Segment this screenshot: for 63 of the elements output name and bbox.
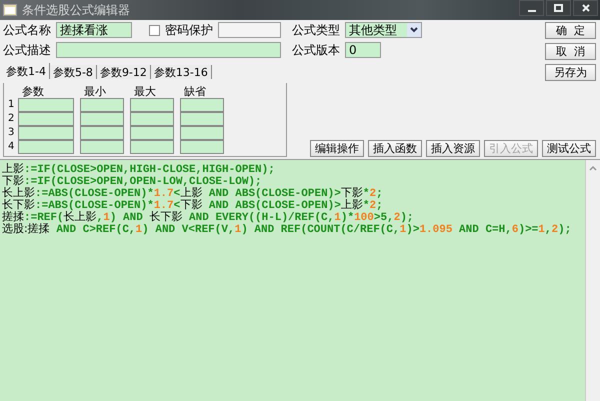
row-number: 1 xyxy=(8,98,16,112)
parameter-field[interactable] xyxy=(180,112,224,126)
code-line: 长下影:=ABS(CLOSE-OPEN)*1.7<下影 AND ABS(CLOSE-OPEN)>上影*2; xyxy=(2,199,384,211)
parameter-field[interactable] xyxy=(180,98,224,112)
column-header: 缺省 xyxy=(183,85,207,98)
scroll-up-icon xyxy=(589,165,597,171)
maximize-icon xyxy=(554,4,563,12)
column-header: 最大 xyxy=(133,85,157,98)
code-line: 长上影:=ABS(CLOSE-OPEN)*1.7<上影 AND ABS(CLOSE-OPEN)>下影*2; xyxy=(2,187,384,199)
checkbox-label: 密码保护 xyxy=(165,22,213,38)
tool-button[interactable]: 测试公式 xyxy=(542,140,596,157)
parameter-field[interactable] xyxy=(80,126,124,140)
app-icon xyxy=(3,4,17,16)
parameter-field[interactable] xyxy=(80,140,124,154)
parameter-field[interactable] xyxy=(130,140,174,154)
close-icon xyxy=(582,4,590,12)
window-title: 条件选股公式编辑器 xyxy=(22,2,130,18)
parameter-field[interactable] xyxy=(180,140,224,154)
dialog-button[interactable]: 确 定 xyxy=(545,22,596,39)
parameter-field[interactable] xyxy=(18,126,74,140)
code-line: 上影:=IF(CLOSE>OPEN,HIGH-CLOSE,HIGH-OPEN); xyxy=(2,163,276,175)
field-label: 公式类型 xyxy=(292,22,340,38)
formula-editor[interactable] xyxy=(0,159,600,401)
password-field[interactable] xyxy=(218,22,281,38)
code-line: 下影:=IF(CLOSE>OPEN,OPEN-LOW,CLOSE-LOW); xyxy=(2,175,262,187)
tool-button[interactable]: 编辑操作 xyxy=(310,140,364,157)
column-header: 最小 xyxy=(83,85,107,98)
parameter-field[interactable] xyxy=(80,112,124,126)
type-dropdown[interactable]: 其他类型 xyxy=(345,22,422,38)
password-checkbox[interactable] xyxy=(149,24,160,36)
tool-button[interactable]: 插入函数 xyxy=(368,140,422,157)
close-button[interactable] xyxy=(573,0,598,16)
parameter-field[interactable] xyxy=(180,126,224,140)
field-label: 公式名称 xyxy=(3,22,51,38)
parameter-field[interactable] xyxy=(18,112,74,126)
tool-button[interactable]: 插入资源 xyxy=(426,140,480,157)
minimize-button[interactable] xyxy=(519,0,544,16)
field-label: 公式版本 xyxy=(292,42,340,58)
tab[interactable]: 参数9-12 xyxy=(96,65,151,79)
tab[interactable]: 参数13-16 xyxy=(150,65,212,79)
tab[interactable]: 参数5-8 xyxy=(50,65,97,79)
maximize-button[interactable] xyxy=(546,0,571,16)
parameter-field[interactable] xyxy=(130,126,174,140)
parameter-field[interactable] xyxy=(80,98,124,112)
code-line: 搓揉:=REF(长上影,1) AND 长下影 AND EVERY((H-L)/REF(C,1)*100>5,2); xyxy=(2,211,415,223)
column-header: 参数 xyxy=(21,85,45,98)
tab[interactable]: 参数1-4 xyxy=(3,63,50,79)
code-line: 选股:搓揉 AND C>REF(C,1) AND V<REF(V,1) AND REF(COUNT(C/REF(C,1)>1.095 AND C=H,6)>=1,2); xyxy=(2,223,572,235)
version-field[interactable]: 0 xyxy=(345,42,381,58)
field-label: 公式描述 xyxy=(3,42,51,58)
chevron-down-icon xyxy=(410,27,418,33)
row-number: 3 xyxy=(8,126,16,140)
name-field[interactable]: 搓揉看涨 xyxy=(56,22,132,38)
dialog-button[interactable]: 取 消 xyxy=(545,43,596,60)
parameter-field[interactable] xyxy=(18,98,74,112)
scrollbar[interactable] xyxy=(585,160,600,401)
row-number: 2 xyxy=(8,112,16,126)
parameter-field[interactable] xyxy=(18,140,74,154)
dialog-button[interactable]: 另存为 xyxy=(545,64,596,81)
row-number: 4 xyxy=(8,140,16,154)
parameter-field[interactable] xyxy=(130,112,174,126)
description-field[interactable] xyxy=(56,42,281,58)
parameter-field[interactable] xyxy=(130,98,174,112)
